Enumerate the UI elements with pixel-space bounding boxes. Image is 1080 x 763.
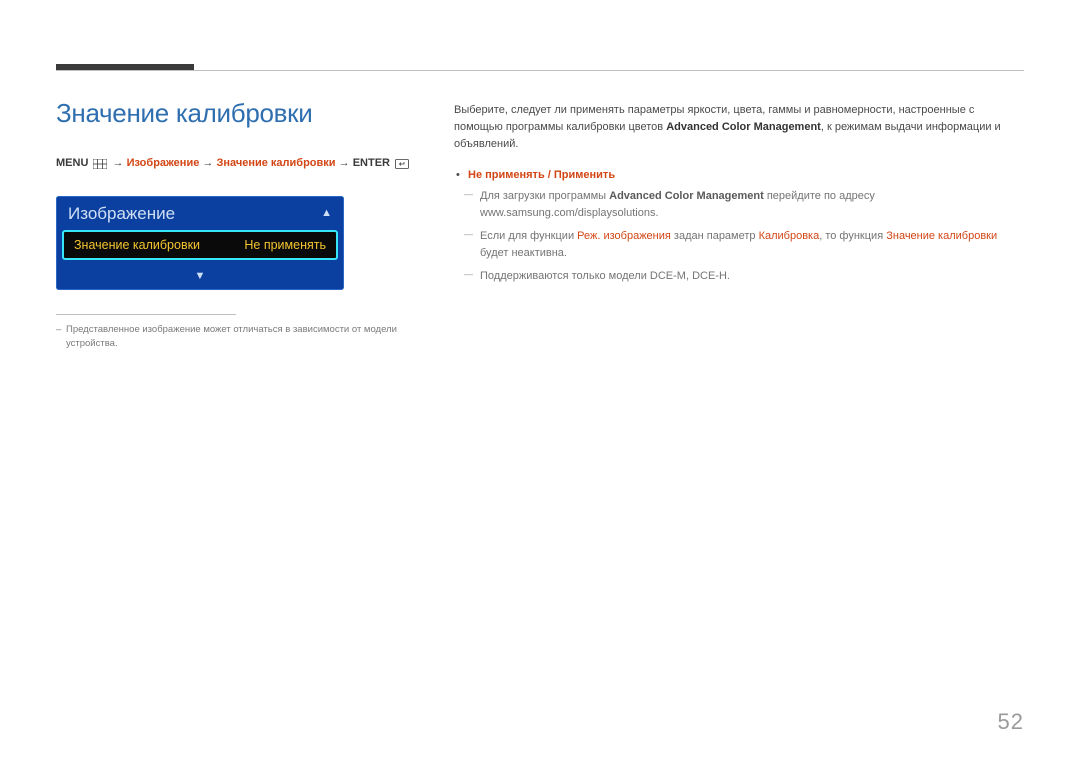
small-divider [56, 314, 236, 315]
osd-selected-row[interactable]: Значение калибровки Не применять [62, 230, 338, 260]
section-bar [56, 64, 194, 70]
left-column: Значение калибровки MENU → Изображение →… [56, 98, 416, 351]
page-number: 52 [998, 709, 1024, 735]
osd-row-label: Значение калибровки [74, 238, 200, 252]
para-bold: Advanced Color Management [666, 121, 821, 133]
osd-footer: ▼ [56, 266, 344, 290]
chevron-up-icon[interactable]: ▲ [321, 208, 332, 219]
d1-url: www.samsung.com/displaysolutions. [480, 207, 659, 219]
breadcrumb: MENU → Изображение → Значение калибровки… [56, 155, 416, 172]
intro-paragraph: Выберите, следует ли применять параметры… [454, 102, 1024, 153]
page-title: Значение калибровки [56, 98, 416, 129]
d2-post: будет неактивна. [480, 247, 567, 259]
note-inactive: Если для функции Реж. изображения задан … [454, 228, 1024, 262]
model-disclaimer: Представленное изображение может отличат… [56, 323, 416, 352]
menu-grid-icon [93, 158, 107, 168]
options-bullet: Не применять / Применить [454, 167, 1024, 184]
d1-mid: перейдите по адресу [764, 190, 875, 202]
d2-mid1: задан параметр [671, 230, 759, 242]
options-text: Не применять / Применить [468, 169, 615, 181]
note-models: Поддерживаются только модели DCE-M, DCE-… [454, 268, 1024, 285]
osd-header: Изображение ▲ [56, 196, 344, 230]
bc-arrow-2: → [202, 157, 216, 169]
d2-mid2: , то функция [819, 230, 886, 242]
right-column: Выберите, следует ли применять параметры… [454, 102, 1024, 291]
d2-h2: Калибровка [759, 230, 820, 242]
bc-menu: MENU [56, 157, 88, 169]
d1-pre: Для загрузки программы [480, 190, 609, 202]
d2-h1: Реж. изображения [577, 230, 671, 242]
bc-arrow-3: → [339, 157, 353, 169]
bc-enter: ENTER [353, 157, 390, 169]
d2-pre: Если для функции [480, 230, 577, 242]
chevron-down-icon[interactable]: ▼ [195, 270, 206, 282]
osd-panel: Изображение ▲ Значение калибровки Не при… [56, 196, 344, 290]
osd-row-value: Не применять [244, 238, 326, 252]
osd-header-text: Изображение [68, 204, 175, 224]
top-ruler [56, 70, 1024, 71]
bc-arrow-1: → [113, 157, 127, 169]
note-download: Для загрузки программы Advanced Color Ma… [454, 188, 1024, 222]
d2-h3: Значение калибровки [886, 230, 997, 242]
enter-icon [395, 158, 409, 168]
bc-p2: Значение калибровки [216, 157, 335, 169]
bc-p1: Изображение [127, 157, 200, 169]
d1-bold: Advanced Color Management [609, 190, 764, 202]
